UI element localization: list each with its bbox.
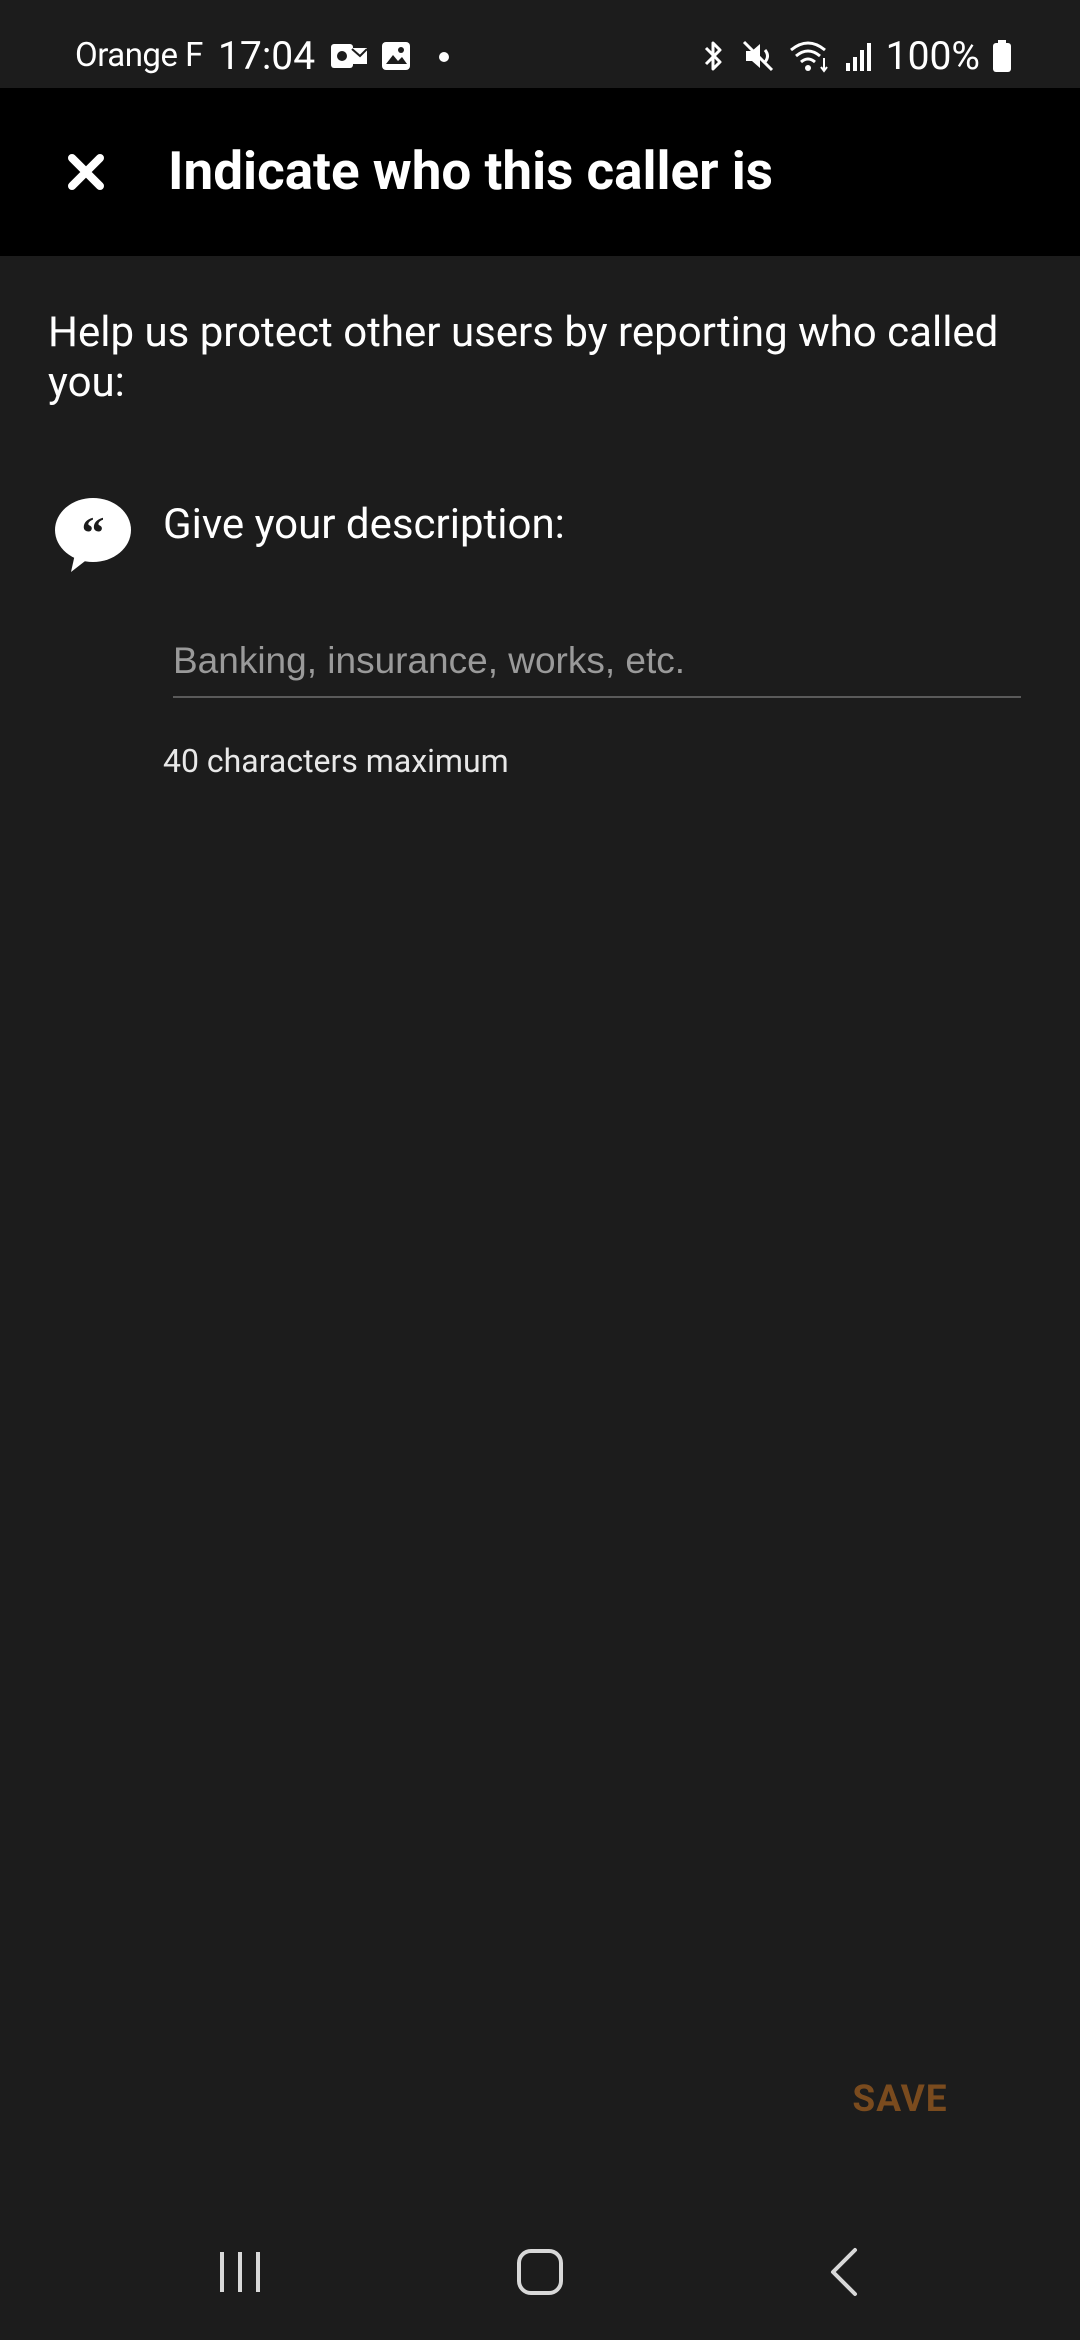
page-title: Indicate who this caller is [168,140,773,202]
bluetooth-icon [704,41,722,71]
system-nav-bar [0,2180,1080,2340]
intro-text: Help us protect other users by reporting… [48,308,999,407]
wifi-icon [789,41,828,73]
outlook-icon [331,44,368,68]
home-icon[interactable] [510,2242,570,2302]
battery-percent: 100% [885,33,980,79]
mute-icon [742,40,773,72]
system-icons: 100% [698,33,1012,79]
dot-icon [439,52,449,62]
description-input[interactable] [173,626,1021,698]
status-bar: Orange F 17:04 100% [0,0,1080,88]
recent-apps-icon[interactable] [210,2242,270,2302]
notification-icons [330,40,454,72]
carrier-label: Orange F [75,36,203,75]
svg-text:“: “ [82,507,105,558]
quote-bubble-icon: “ [55,498,131,572]
char-limit-hint: 40 characters maximum [163,742,509,780]
back-icon[interactable] [815,2242,875,2302]
gallery-icon [382,42,410,70]
app-bar: Indicate who this caller is [0,88,1080,256]
clock: 17:04 [218,33,316,79]
close-icon[interactable] [52,138,120,206]
battery-icon [993,40,1011,72]
signal-icon [845,43,871,71]
description-label: Give your description: [163,500,565,549]
save-button[interactable]: SAVE [830,2070,970,2130]
